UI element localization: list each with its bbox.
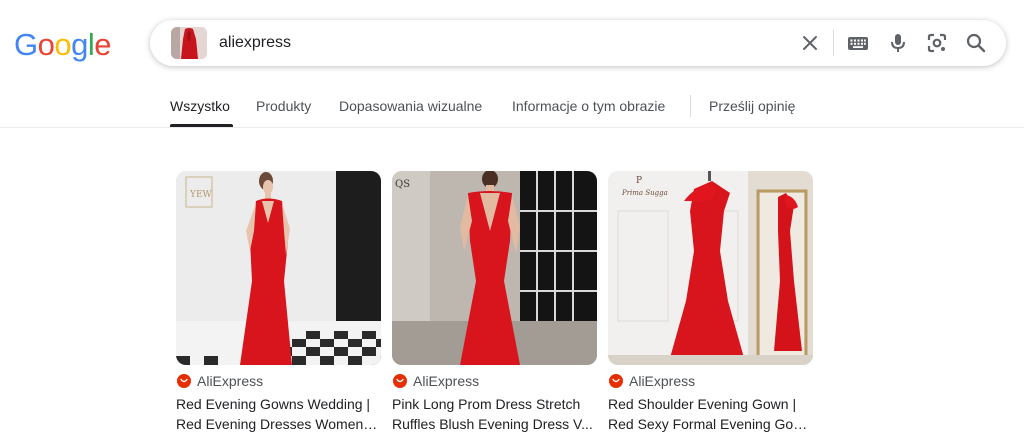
search-bar: aliexpress — [150, 20, 1006, 66]
svg-text:Prima Sugga: Prima Sugga — [621, 189, 668, 197]
tab-visual-matches[interactable]: Dopasowania wizualne — [339, 97, 482, 115]
result-title-line: Pink Long Prom Dress Stretch — [392, 396, 581, 412]
aliexpress-icon — [393, 374, 407, 388]
result-source-name: AliExpress — [629, 373, 696, 389]
result-source-name: AliExpress — [413, 373, 480, 389]
send-feedback-link[interactable]: Prześlij opinię — [709, 97, 795, 115]
close-icon[interactable] — [798, 31, 822, 55]
tab-divider — [690, 95, 691, 117]
google-logo[interactable]: Google — [14, 27, 112, 62]
result-title[interactable]: Red Evening Gowns Wedding | Red Evening … — [176, 395, 381, 434]
result-image[interactable]: QS — [392, 171, 597, 365]
logo-letter: o — [37, 27, 55, 62]
result-title-line: Red Evening Dresses Women | ... — [176, 415, 381, 432]
result-card[interactable]: YEW AliExpress Red Evening Gowns Wedding… — [176, 171, 381, 434]
microphone-icon[interactable] — [886, 31, 910, 55]
keyboard-icon[interactable] — [846, 31, 870, 55]
result-card[interactable]: P Prima Sugga AliExpress Red Shoulder Ev… — [608, 171, 813, 434]
result-title-line: Red Evening Gowns Wedding | — [176, 396, 371, 412]
svg-text:YEW: YEW — [189, 190, 213, 200]
result-title-line: Red Shoulder Evening Gown | — [608, 396, 797, 412]
query-image-thumbnail[interactable] — [171, 27, 207, 59]
result-title[interactable]: Red Shoulder Evening Gown | Red Sexy For… — [608, 395, 813, 434]
aliexpress-icon — [177, 374, 191, 388]
tab-about-image[interactable]: Informacje o tym obrazie — [512, 97, 665, 115]
logo-letter: g — [71, 27, 88, 62]
search-divider — [833, 30, 834, 56]
result-source[interactable]: AliExpress — [176, 372, 381, 390]
result-title-line: Red Sexy Formal Evening Gow... — [608, 415, 813, 432]
tab-products[interactable]: Produkty — [256, 97, 311, 115]
result-source[interactable]: AliExpress — [392, 372, 597, 390]
search-query-text[interactable]: aliexpress — [219, 33, 291, 53]
logo-letter: G — [14, 27, 38, 62]
search-icon[interactable] — [964, 31, 988, 55]
logo-letter: o — [54, 27, 72, 62]
result-image[interactable]: YEW — [176, 171, 381, 365]
result-card[interactable]: QS AliExpress Pink Long Prom Dress Stret… — [392, 171, 597, 434]
result-title[interactable]: Pink Long Prom Dress Stretch Ruffles Blu… — [392, 395, 597, 434]
result-tabs: Wszystko Produkty Dopasowania wizualne I… — [0, 84, 1024, 128]
svg-text:P: P — [636, 176, 642, 186]
result-source[interactable]: AliExpress — [608, 372, 813, 390]
aliexpress-icon — [609, 374, 623, 388]
active-tab-indicator — [170, 124, 233, 127]
svg-text:QS: QS — [395, 179, 410, 190]
logo-letter: e — [94, 27, 112, 62]
result-source-name: AliExpress — [197, 373, 264, 389]
result-image[interactable]: P Prima Sugga — [608, 171, 813, 365]
lens-icon[interactable] — [925, 31, 949, 55]
tab-all[interactable]: Wszystko — [170, 97, 230, 115]
google-lens-results-page: Google aliexpress Wszystko Produkty Dopa… — [0, 0, 1024, 437]
result-title-line: Ruffles Blush Evening Dress V... — [392, 415, 593, 432]
